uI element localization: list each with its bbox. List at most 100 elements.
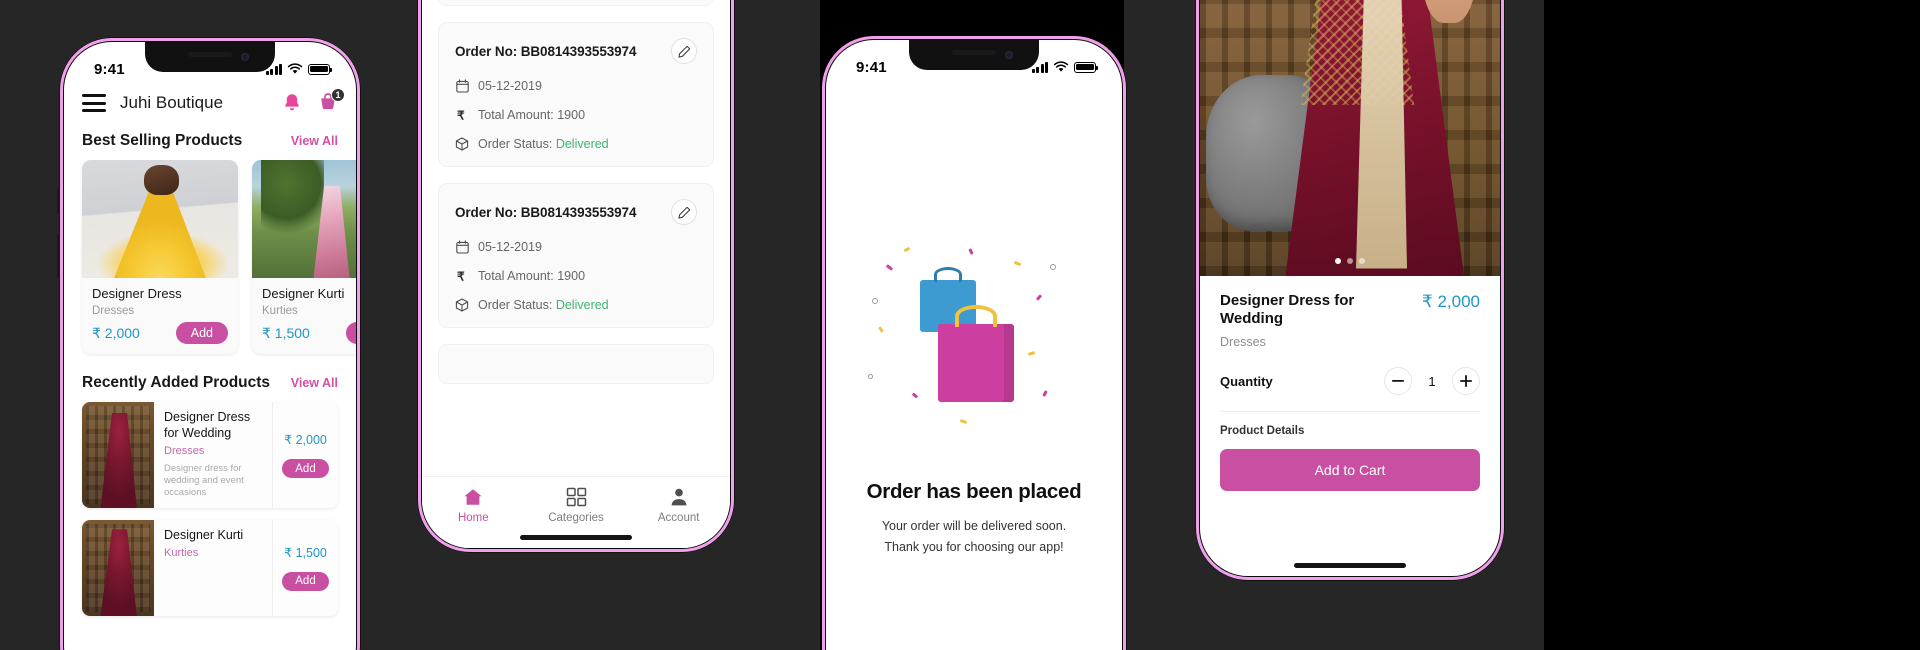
app-title: Juhi Boutique (120, 93, 224, 112)
signal-bars-icon (1031, 61, 1048, 73)
quantity-decrement-button[interactable] (1384, 367, 1412, 395)
add-to-cart-button[interactable]: Add to Cart (1220, 449, 1480, 491)
order-number: Order No: BB0814393553974 (455, 204, 637, 220)
confetti-piece (1027, 351, 1036, 357)
quantity-increment-button[interactable] (1452, 367, 1480, 395)
order-card[interactable]: Order No: BB0814393553974 05-12-2019 ₹ T… (438, 22, 714, 167)
product-image (252, 160, 356, 278)
phone-orders-screen: 15-09-2019 ₹ Total Amount: 1900 Orde (418, 0, 734, 552)
product-category: Kurties (164, 547, 199, 560)
home-indicator (1294, 563, 1406, 568)
screenshot-stage: 9:41 Juhi Boutique 1 Best Selling Produc… (0, 0, 1920, 650)
best-selling-section-header: Best Selling Products View All (64, 128, 356, 160)
carousel-dots[interactable] (1335, 258, 1365, 264)
list-item[interactable]: Designer Kurti Kurties ₹ 1,500 Add (82, 519, 338, 616)
phone-side-button-bottom[interactable] (57, 234, 60, 278)
carousel-dot-active[interactable] (1335, 258, 1341, 264)
confetti-piece (1042, 390, 1048, 398)
cart-badge: 1 (331, 88, 345, 102)
confetti-piece (903, 247, 911, 253)
product-hero-image[interactable] (1200, 0, 1500, 276)
edit-order-button[interactable] (671, 199, 697, 225)
bell-icon (285, 94, 299, 111)
shopping-bags-confetti-illustration (864, 242, 1084, 442)
tab-home[interactable]: Home (422, 487, 525, 524)
pencil-edit-icon (677, 45, 690, 58)
product-category: Kurties (262, 305, 298, 318)
product-price: ₹ 1,500 (284, 545, 327, 560)
view-all-best-selling[interactable]: View All (291, 134, 338, 148)
calendar-icon (455, 239, 469, 254)
rupee-icon: ₹ (455, 268, 469, 283)
cream-sash (1356, 0, 1407, 269)
confetti-piece (959, 419, 968, 425)
product-image (82, 160, 238, 278)
notifications-button[interactable] (282, 92, 302, 114)
order-status-label: Order Status: (478, 136, 553, 151)
product-category: Dresses (1220, 335, 1266, 349)
status-time: 9:41 (94, 60, 125, 78)
order-card[interactable]: 15-09-2019 ₹ Total Amount: 1900 Orde (438, 0, 714, 6)
home-indicator (520, 535, 632, 540)
battery-icon (308, 63, 333, 75)
edit-order-button[interactable] (671, 38, 697, 64)
order-amount: Total Amount: 1900 (478, 107, 586, 122)
tab-account[interactable]: Account (627, 487, 730, 524)
order-amount: Total Amount: 1900 (478, 268, 586, 283)
recently-added-section-header: Recently Added Products View All (64, 370, 356, 402)
confetti-piece (885, 264, 894, 272)
cart-button[interactable]: 1 (318, 88, 345, 114)
phone-side-button-top[interactable] (57, 188, 60, 214)
product-card[interactable]: Designer Kurti Kurties ₹ 1,500 Add (252, 160, 356, 355)
pencil-edit-icon (677, 206, 690, 219)
add-to-cart-button[interactable]: Add (282, 571, 329, 591)
product-name: Designer Dress for Wedding (1220, 292, 1355, 327)
product-category: Dresses (164, 444, 205, 457)
product-thumbnail (82, 402, 154, 508)
carousel-dot[interactable] (1347, 258, 1353, 264)
order-card[interactable]: Order No: BB0814393553974 05-12-2019 ₹ T… (438, 183, 714, 328)
product-name: Designer Kurti (164, 527, 244, 542)
add-to-cart-button[interactable]: Add (175, 322, 228, 345)
order-success-content: Order has been placed Your order will be… (826, 84, 1122, 650)
confetti-ring (868, 374, 873, 380)
order-card-partial[interactable] (438, 344, 714, 384)
product-name: Designer Kurti (262, 286, 345, 301)
tab-label: Account (657, 512, 700, 524)
order-status: Order Status: Delivered (478, 298, 609, 312)
orders-list[interactable]: 15-09-2019 ₹ Total Amount: 1900 Orde (422, 0, 730, 384)
view-all-recently-added[interactable]: View All (291, 376, 338, 390)
minus-icon (1392, 380, 1404, 382)
magenta-bag-handle (955, 305, 997, 328)
phone-product-detail-screen: Designer Dress for Wedding ₹ 2,000 Dress… (1196, 0, 1504, 580)
product-category: Dresses (92, 305, 135, 318)
success-title: Order has been placed (866, 480, 1082, 504)
quantity-stepper[interactable]: Quantity 1 (1220, 349, 1480, 412)
product-price: ₹ 2,000 (1421, 292, 1480, 311)
status-time: 9:41 (856, 58, 887, 76)
wifi-icon (287, 63, 303, 74)
svg-text:₹: ₹ (457, 269, 465, 283)
rupee-icon: ₹ (455, 107, 469, 122)
success-subtitle: Your order will be delivered soon. Thank… (882, 516, 1066, 557)
hamburger-menu-icon[interactable] (82, 94, 106, 112)
list-item[interactable]: Designer Dress for Wedding Dresses Desig… (82, 402, 338, 508)
status-bar: 9:41 (64, 42, 356, 86)
status-bar: 9:41 (826, 40, 1122, 84)
blue-bag-handle (934, 267, 962, 283)
product-price: ₹ 2,000 (92, 324, 140, 341)
status-badge: Delivered (555, 297, 609, 312)
tab-categories[interactable]: Categories (525, 487, 628, 524)
best-selling-carousel[interactable]: Designer Dress Dresses ₹ 2,000 Add Desig… (64, 160, 356, 370)
success-subtitle-line1: Your order will be delivered soon. (881, 519, 1067, 534)
order-date: 05-12-2019 (478, 78, 542, 93)
add-to-cart-button[interactable]: Add (282, 459, 329, 479)
add-to-cart-button[interactable]: Add (345, 322, 356, 345)
person-icon (671, 488, 687, 506)
product-price: ₹ 1,500 (262, 324, 310, 341)
package-box-icon (455, 297, 469, 312)
product-name: Designer Dress for Wedding (164, 410, 251, 440)
carousel-dot[interactable] (1359, 258, 1365, 264)
product-card[interactable]: Designer Dress Dresses ₹ 2,000 Add (82, 160, 238, 355)
signal-bars-icon (265, 63, 282, 75)
